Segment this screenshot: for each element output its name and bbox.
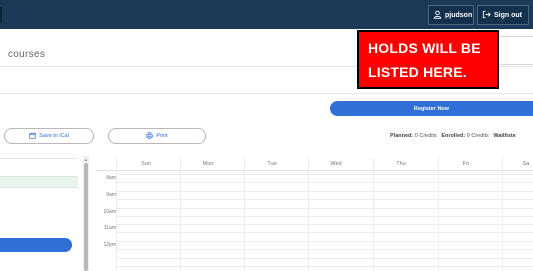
holds-placeholder-callout: HOLDS WILL BE LISTED HERE.	[357, 30, 499, 89]
user-icon	[433, 10, 442, 21]
save-to-ical-label: Save to iCal	[39, 133, 69, 139]
nav-edge-mark	[0, 7, 2, 23]
grid-row-line	[116, 224, 533, 225]
planned-label: Planned:	[390, 133, 414, 139]
grid-row-line	[116, 208, 533, 209]
printer-icon	[146, 131, 153, 141]
day-header-sun: Sun	[141, 161, 151, 167]
grid-row-line	[116, 216, 533, 217]
day-header-wed: Wed	[330, 161, 342, 167]
grid-row-line	[116, 191, 533, 192]
left-panel-highlight-row[interactable]	[0, 176, 78, 188]
hour-label-8am: 8am	[106, 175, 116, 181]
left-panel-divider	[0, 158, 78, 159]
page-title: courses	[8, 49, 46, 60]
grid-row-line	[116, 249, 533, 250]
register-now-button[interactable]: Register Now	[330, 101, 533, 116]
print-label: Print	[156, 133, 168, 139]
weekly-calendar: Sun Mon Tue Wed Thu Fri Sa 8am 9am 10am …	[96, 158, 533, 271]
day-header-mon: Mon	[202, 161, 214, 167]
enrolled-value: 9 Credits	[466, 133, 489, 139]
right-field-bottom-edge	[495, 64, 533, 65]
enrolled-label: Enrolled:	[441, 133, 466, 139]
hour-label-9am: 9am	[106, 192, 116, 198]
scroll-up-arrow-icon[interactable]: ▲	[84, 157, 88, 162]
grid-row-line	[116, 241, 533, 242]
credits-summary: Planned: 0 Credits Enrolled: 9 Credits W…	[390, 133, 516, 139]
day-header-sat: Sa	[522, 161, 530, 167]
grid-row-line	[116, 182, 533, 183]
right-field-top-edge	[495, 36, 533, 37]
day-header-tue: Tue	[267, 161, 277, 167]
planned-value: 0 Credits	[414, 133, 437, 139]
hour-label-11am: 11am	[103, 225, 116, 231]
waitlisted-label: Waitliste	[493, 133, 516, 139]
user-menu-button[interactable]: pjudson	[428, 5, 474, 25]
scrollbar-thumb[interactable]	[84, 163, 88, 271]
calendar-header: Sun Mon Tue Wed Thu Fri Sa	[96, 158, 533, 171]
sign-out-button[interactable]: Sign out	[477, 5, 529, 25]
username-label: pjudson	[445, 11, 473, 19]
print-button[interactable]: Print	[108, 128, 206, 144]
day-header-fri: Fri	[462, 161, 470, 167]
day-header-thu: Thu	[396, 161, 406, 167]
grid-row-line	[116, 232, 533, 233]
sign-out-icon	[482, 10, 491, 21]
hour-label-10am: 10am	[103, 209, 116, 215]
grid-row-line	[116, 174, 533, 175]
holds-line-1: HOLDS WILL BE	[368, 40, 481, 56]
grid-row-line	[116, 266, 533, 267]
section-divider	[0, 93, 533, 94]
holds-line-2: LISTED HERE.	[368, 64, 467, 80]
sign-out-label: Sign out	[494, 11, 522, 19]
save-to-ical-button[interactable]: Save to iCal	[4, 128, 94, 144]
grid-row-line	[116, 258, 533, 259]
left-panel-action-button[interactable]	[0, 238, 72, 252]
hour-label-12pm: 12pm	[103, 242, 116, 248]
top-nav-bar: pjudson Sign out	[0, 0, 533, 29]
calendar-icon	[29, 132, 36, 141]
grid-row-line	[116, 199, 533, 200]
